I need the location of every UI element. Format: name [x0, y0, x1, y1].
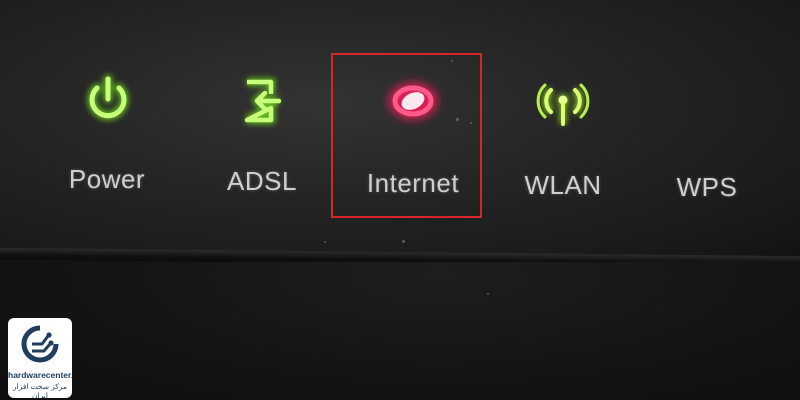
- indicator-label-power: Power: [68, 164, 146, 194]
- adsl-icon: [237, 76, 287, 126]
- hardwarecenter-logo: hardwarecenter.ir مرکز سخت افزار ایران: [8, 318, 72, 398]
- indicator-power: Power: [32, 60, 182, 220]
- watermark-brand: hardwarecenter.ir: [8, 370, 72, 380]
- wps-icon: [684, 84, 730, 130]
- dust-speck: [487, 293, 489, 295]
- power-icon: [80, 72, 136, 128]
- indicator-label-wlan: WLAN: [524, 170, 602, 200]
- watermark-tagline: مرکز سخت افزار ایران: [12, 382, 68, 398]
- indicator-wlan: WLAN: [488, 64, 638, 224]
- indicator-wps: WPS: [632, 66, 782, 226]
- indicator-label-adsl: ADSL: [227, 166, 297, 196]
- indicator-label-wps: WPS: [676, 172, 738, 202]
- wlan-icon: [536, 78, 590, 130]
- indicator-adsl: ADSL: [187, 62, 337, 222]
- dust-speck: [324, 241, 326, 243]
- router-body: [0, 262, 800, 400]
- circuit-logo-icon: [20, 324, 60, 368]
- dust-speck: [402, 240, 405, 243]
- internet-highlight-box: [331, 53, 482, 218]
